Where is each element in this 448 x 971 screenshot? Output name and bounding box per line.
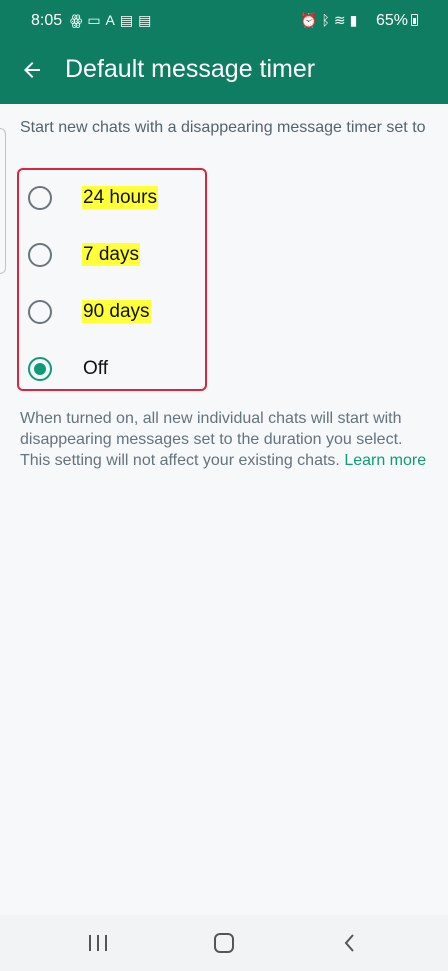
signal-icon: ▮ [349,12,362,28]
radio-button[interactable] [28,243,52,267]
option-7-days[interactable]: 7 days [0,229,240,279]
back-icon [344,934,354,952]
radio-button[interactable] [28,300,52,324]
option-label: Off [83,358,108,379]
message-icon: ▭ [87,12,106,28]
page-title: Default message timer [65,55,316,83]
notification-icons: ꙮ▭A▤▤ [70,12,156,29]
option-label: 90 days [82,300,151,323]
sim-icon: ▤ [119,12,139,28]
alarm-icon: ⏰ [300,12,322,28]
home-icon [214,933,234,953]
info-text: When turned on, all new individual chats… [20,408,430,471]
home-button[interactable] [209,929,239,957]
option-label: 24 hours [82,186,158,209]
battery-level: 65% [376,12,409,29]
people-icon: ꙮ [70,12,88,28]
section-header: Start new chats with a disappearing mess… [20,119,426,136]
system-icons: ⏰ᛒ≋▮ [300,12,361,29]
learn-more-link[interactable]: Learn more [344,452,426,469]
option-90-days[interactable]: 90 days [0,286,240,336]
bluetooth-icon: ᛒ [321,12,334,28]
nav-back-button[interactable] [335,929,365,957]
sim2-icon: ▤ [138,12,157,28]
app-bar: Default message timer [0,42,448,104]
option-off[interactable]: Off [0,343,240,393]
arrow-left-icon [24,62,40,78]
radio-button-selected[interactable] [28,357,52,381]
wifi-icon: ≋ [333,12,350,28]
recent-apps-icon [89,935,107,951]
back-button[interactable] [14,52,50,88]
radio-button[interactable] [28,186,52,210]
navigation-bar [0,915,448,971]
status-time: 8:05 [31,12,63,29]
recent-apps-button[interactable] [83,929,113,957]
option-label: 7 days [82,243,140,266]
a-icon: A [105,12,120,28]
option-24-hours[interactable]: 24 hours [0,172,240,222]
status-bar: 8:05 ꙮ▭A▤▤ ⏰ᛒ≋▮ 65% [0,0,448,42]
battery-icon [411,14,418,26]
